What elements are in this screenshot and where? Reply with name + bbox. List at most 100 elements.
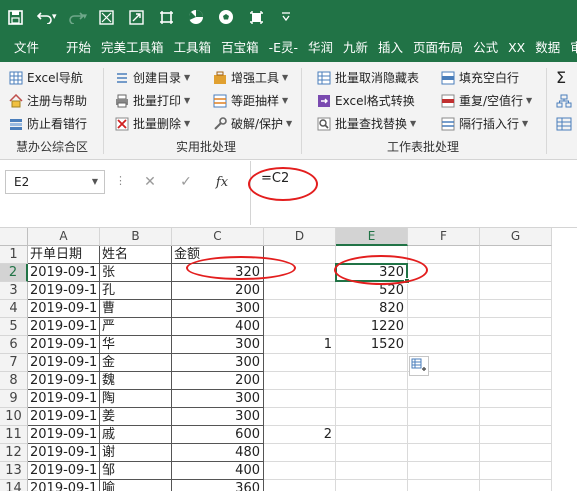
- create-toc-button[interactable]: 创建目录 ▼: [114, 66, 190, 89]
- name-box[interactable]: E2 ▼: [5, 170, 105, 194]
- cell-a1[interactable]: 开单日期: [28, 246, 100, 264]
- cell-g9[interactable]: [480, 390, 552, 408]
- cell-f3[interactable]: [408, 282, 480, 300]
- cell-f5[interactable]: [408, 318, 480, 336]
- cell-b3[interactable]: 孔: [100, 282, 172, 300]
- column-header-c[interactable]: C: [172, 228, 264, 246]
- cell-f1[interactable]: [408, 246, 480, 264]
- cell-d9[interactable]: [264, 390, 336, 408]
- cell-b13[interactable]: 邹: [100, 462, 172, 480]
- row-header-5[interactable]: 5: [0, 318, 28, 336]
- row-header-4[interactable]: 4: [0, 300, 28, 318]
- cell-d8[interactable]: [264, 372, 336, 390]
- cell-e3[interactable]: 520: [336, 282, 408, 300]
- excel-nav-button[interactable]: Excel导航: [8, 66, 87, 89]
- format-convert-button[interactable]: Excel格式转换: [316, 89, 419, 112]
- column-header-f[interactable]: F: [408, 228, 480, 246]
- cell-f6[interactable]: [408, 336, 480, 354]
- tab-file[interactable]: 文件: [0, 34, 61, 62]
- row-header-10[interactable]: 10: [0, 408, 28, 426]
- tab-review[interactable]: 审: [565, 34, 577, 62]
- cell-c6[interactable]: 300: [172, 336, 264, 354]
- chevron-down-icon[interactable]: ▼: [92, 171, 98, 193]
- crop-icon[interactable]: [151, 0, 181, 34]
- cell-b12[interactable]: 谢: [100, 444, 172, 462]
- cell-a4[interactable]: 2019-09-1: [28, 300, 100, 318]
- tab-huarun[interactable]: 华润: [303, 34, 338, 62]
- cell-g6[interactable]: [480, 336, 552, 354]
- cell-e1[interactable]: [336, 246, 408, 264]
- cell-c4[interactable]: 300: [172, 300, 264, 318]
- cancel-icon[interactable]: ✕: [132, 174, 168, 190]
- cell-g3[interactable]: [480, 282, 552, 300]
- tab-toolbox[interactable]: 工具箱: [169, 34, 217, 62]
- cell-f2[interactable]: [408, 264, 480, 282]
- cell-d13[interactable]: [264, 462, 336, 480]
- cell-f12[interactable]: [408, 444, 480, 462]
- cell-d2[interactable]: [264, 264, 336, 282]
- column-header-d[interactable]: D: [264, 228, 336, 246]
- fill-handle[interactable]: [404, 278, 410, 284]
- tab-insert[interactable]: 插入: [373, 34, 408, 62]
- row-header-6[interactable]: 6: [0, 336, 28, 354]
- cell-f4[interactable]: [408, 300, 480, 318]
- cell-e10[interactable]: [336, 408, 408, 426]
- insert-alternate-rows-button[interactable]: 隔行插入行 ▼: [440, 112, 532, 135]
- cell-a8[interactable]: 2019-09-1: [28, 372, 100, 390]
- cell-b2[interactable]: 张: [100, 264, 172, 282]
- cell-b9[interactable]: 陶: [100, 390, 172, 408]
- row-header-2[interactable]: 2: [0, 264, 28, 282]
- fill-blank-rows-button[interactable]: 填充空白行: [440, 66, 532, 89]
- cell-b7[interactable]: 金: [100, 354, 172, 372]
- cell-e7[interactable]: [336, 354, 408, 372]
- enhanced-tools-button[interactable]: 增强工具 ▼: [212, 66, 292, 89]
- tab-home[interactable]: 开始: [61, 34, 96, 62]
- cell-e6[interactable]: 1520: [336, 336, 408, 354]
- row-header-9[interactable]: 9: [0, 390, 28, 408]
- cell-e4[interactable]: 820: [336, 300, 408, 318]
- cell-c5[interactable]: 400: [172, 318, 264, 336]
- cell-c8[interactable]: 200: [172, 372, 264, 390]
- cell-c11[interactable]: 600: [172, 426, 264, 444]
- cell-g2[interactable]: [480, 264, 552, 282]
- cell-a13[interactable]: 2019-09-1: [28, 462, 100, 480]
- cell-f10[interactable]: [408, 408, 480, 426]
- cell-d10[interactable]: [264, 408, 336, 426]
- cell-e14[interactable]: [336, 480, 408, 491]
- format-painter-icon[interactable]: [91, 0, 121, 34]
- cell-f9[interactable]: [408, 390, 480, 408]
- cell-a9[interactable]: 2019-09-1: [28, 390, 100, 408]
- cell-b5[interactable]: 严: [100, 318, 172, 336]
- row-header-13[interactable]: 13: [0, 462, 28, 480]
- tab-jiuxin[interactable]: 九新: [338, 34, 373, 62]
- formula-input[interactable]: =C2: [250, 161, 577, 225]
- tab-perfect-toolbox[interactable]: 完美工具箱: [96, 34, 169, 62]
- row-header-1[interactable]: 1: [0, 246, 28, 264]
- cell-b8[interactable]: 魏: [100, 372, 172, 390]
- cell-c10[interactable]: 300: [172, 408, 264, 426]
- cell-b6[interactable]: 华: [100, 336, 172, 354]
- tab-data[interactable]: 数据: [530, 34, 565, 62]
- cell-c1[interactable]: 金额: [172, 246, 264, 264]
- row-header-7[interactable]: 7: [0, 354, 28, 372]
- football-icon[interactable]: [211, 0, 241, 34]
- sum-button[interactable]: Σ: [556, 66, 572, 89]
- customize-icon[interactable]: [271, 0, 301, 34]
- cell-a12[interactable]: 2019-09-1: [28, 444, 100, 462]
- cell-a6[interactable]: 2019-09-1: [28, 336, 100, 354]
- batch-find-replace-button[interactable]: 批量查找替换 ▼: [316, 112, 419, 135]
- cell-g12[interactable]: [480, 444, 552, 462]
- cell-g11[interactable]: [480, 426, 552, 444]
- cell-d12[interactable]: [264, 444, 336, 462]
- cell-c9[interactable]: 300: [172, 390, 264, 408]
- cell-g1[interactable]: [480, 246, 552, 264]
- cell-g4[interactable]: [480, 300, 552, 318]
- more-icon[interactable]: ⋮: [115, 174, 126, 187]
- tab-e-ling[interactable]: -E灵-: [264, 34, 303, 62]
- cell-d4[interactable]: [264, 300, 336, 318]
- cell-e13[interactable]: [336, 462, 408, 480]
- chart-icon[interactable]: [181, 0, 211, 34]
- cell-d3[interactable]: [264, 282, 336, 300]
- cell-b14[interactable]: 喻: [100, 480, 172, 491]
- unhide-sheets-button[interactable]: 批量取消隐藏表: [316, 66, 419, 89]
